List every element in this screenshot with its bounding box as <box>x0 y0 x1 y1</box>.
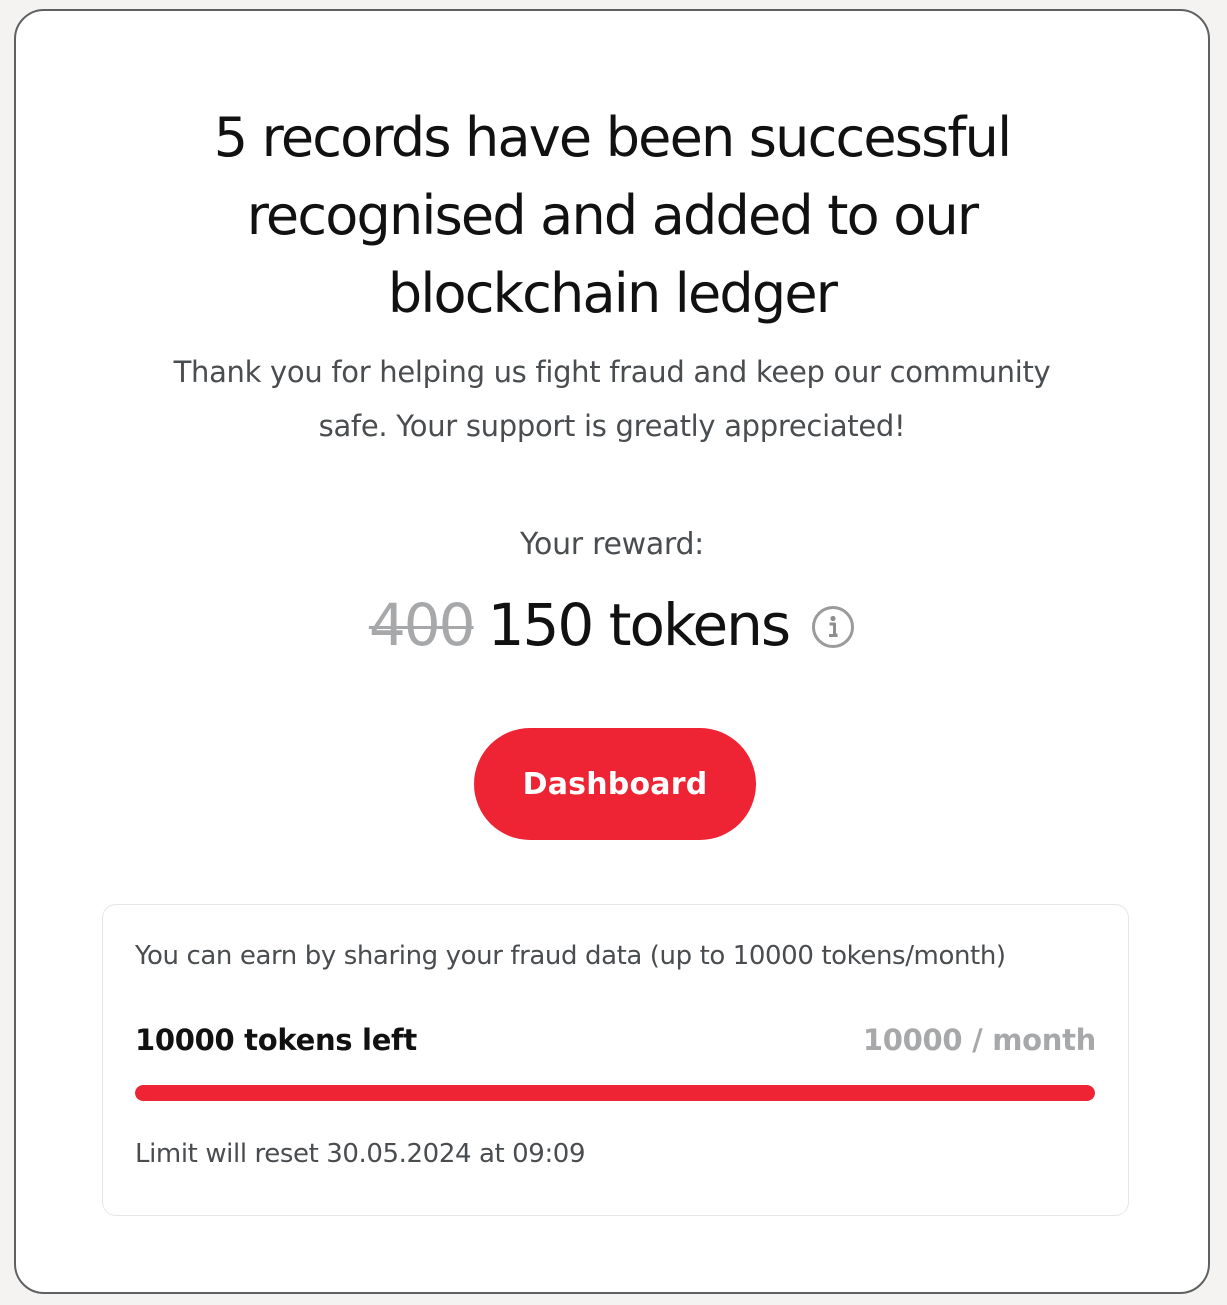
headline-line-2: recognised and added to our <box>246 184 979 247</box>
headline-line-3: blockchain ledger <box>387 262 838 325</box>
earn-info-box: You can earn by sharing your fraud data … <box>102 904 1129 1216</box>
tokens-left-label: 10000 tokens left <box>135 1023 417 1057</box>
thank-you-line-2: safe. Your support is greatly appreciate… <box>318 409 906 443</box>
reward-amount-row: 400 150 tokens <box>16 591 1208 659</box>
headline-line-1: 5 records have been successful <box>213 106 1012 169</box>
monthly-limit-label: 10000 / month <box>862 1023 1096 1057</box>
earn-description: You can earn by sharing your fraud data … <box>135 941 1006 971</box>
original-reward-amount: 400 <box>368 591 476 659</box>
thank-you-message: Thank you for helping us fight fraud and… <box>16 345 1208 453</box>
thank-you-line-1: Thank you for helping us fight fraud and… <box>173 355 1051 389</box>
token-progress-fill <box>135 1085 1095 1101</box>
info-circle-icon[interactable] <box>811 605 855 649</box>
reward-label: Your reward: <box>520 527 704 562</box>
limit-reset-text: Limit will reset 30.05.2024 at 09:09 <box>135 1139 586 1169</box>
dashboard-button[interactable]: Dashboard <box>474 728 756 840</box>
reward-amount: 150 tokens <box>487 591 792 659</box>
reward-card: 5 records have been successful recognise… <box>14 9 1210 1294</box>
page-title: 5 records have been successful recognise… <box>16 99 1208 333</box>
token-progress-bar <box>135 1085 1095 1101</box>
